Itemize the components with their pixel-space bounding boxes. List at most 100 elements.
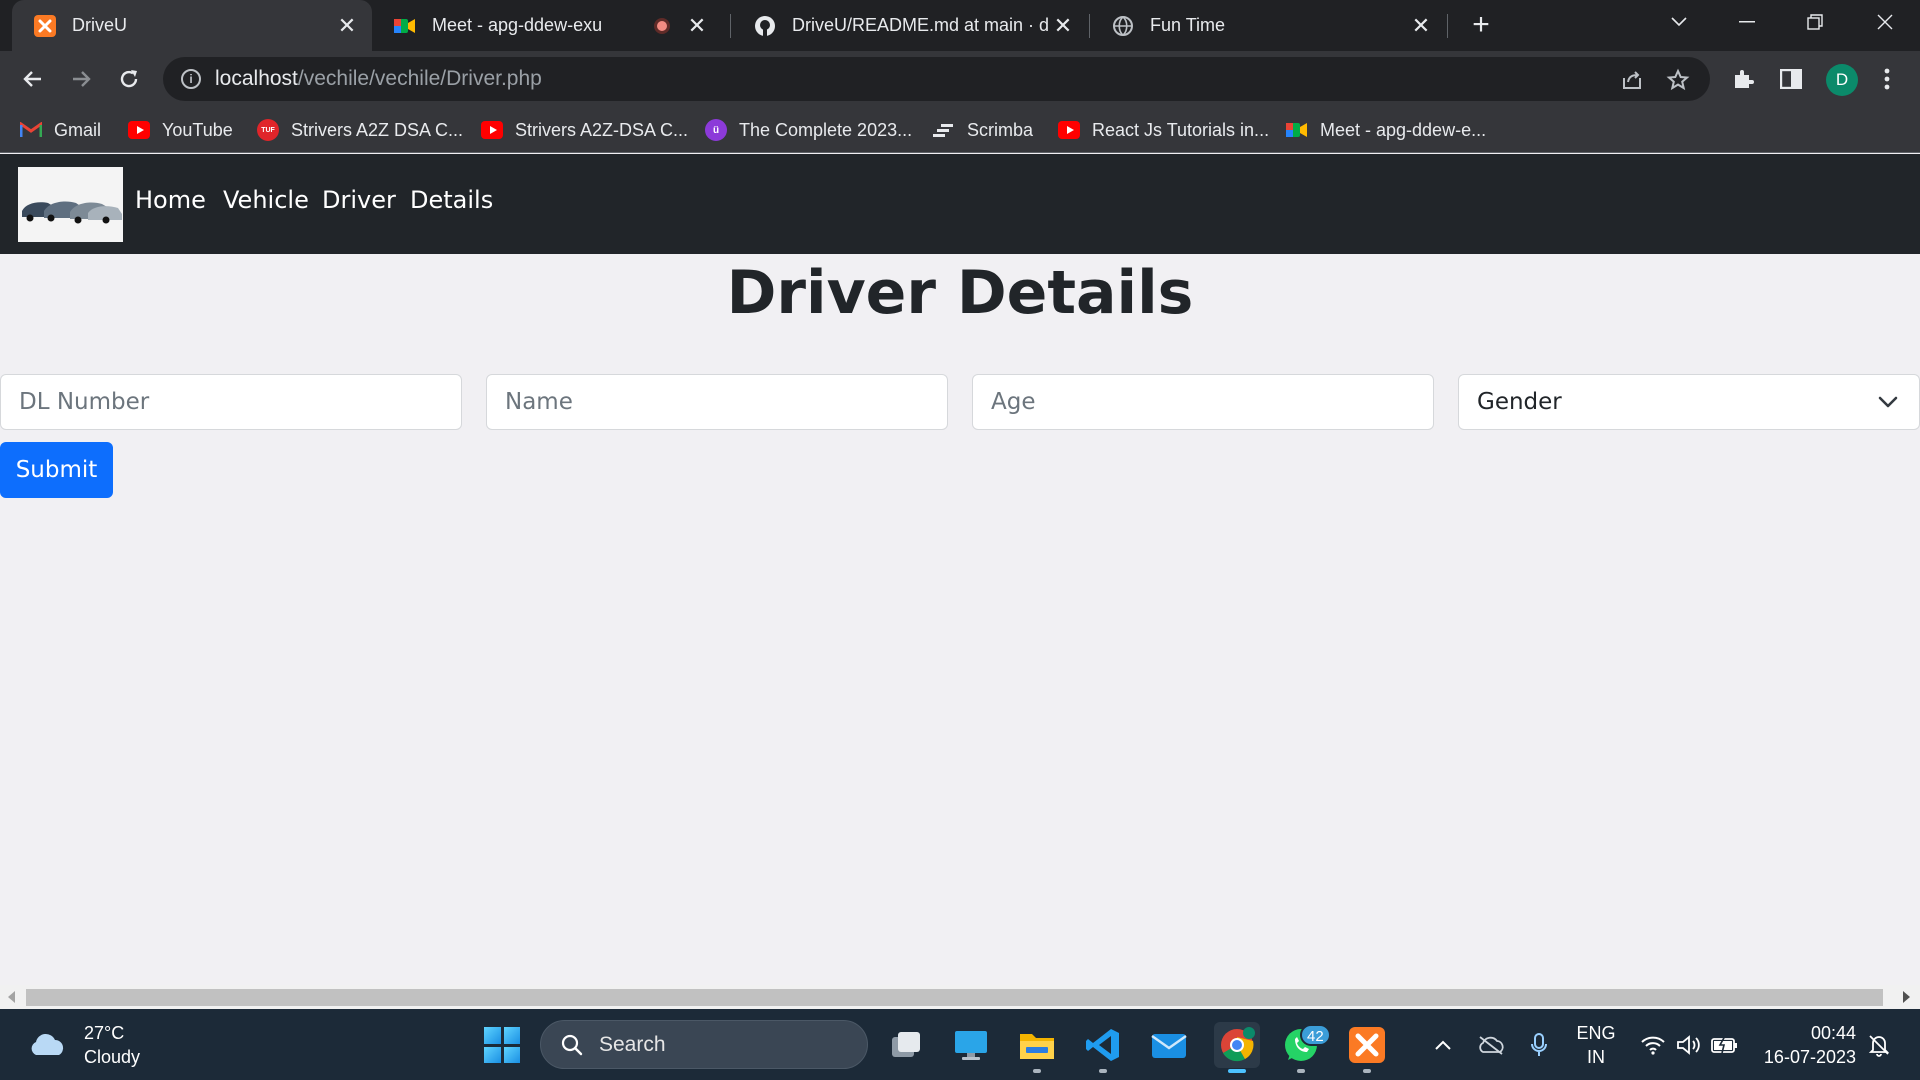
bookmark-label: Meet - apg-ddew-e... (1320, 119, 1487, 140)
scrollbar-thumb[interactable] (26, 989, 1883, 1006)
language-indicator[interactable]: ENG IN (1576, 1021, 1616, 1069)
bookmark-label: Gmail (54, 119, 102, 140)
brand-logo[interactable] (18, 167, 123, 242)
file-explorer-icon[interactable] (1016, 1024, 1058, 1066)
reload-button[interactable] (110, 60, 148, 98)
bookmark-strivers-2[interactable]: Strivers A2Z-DSA C... (481, 117, 688, 143)
tab-separator (1447, 14, 1448, 38)
tab-separator (730, 14, 731, 38)
bookmark-youtube[interactable]: YouTube (128, 117, 233, 143)
region-code: IN (1587, 1047, 1605, 1067)
tab-github[interactable]: DriveU/README.md at main · div ✕ (732, 0, 1088, 51)
bookmark-complete-2023[interactable]: ü The Complete 2023... (705, 117, 912, 143)
bookmark-label: Strivers A2Z-DSA C... (515, 119, 689, 140)
scroll-left-arrow[interactable] (8, 991, 15, 1003)
name-input[interactable] (486, 374, 948, 430)
meet-icon (394, 15, 416, 37)
url-text: localhost/vechile/vechile/Driver.php (215, 67, 542, 90)
bookmark-label: Strivers A2Z DSA C... (291, 119, 464, 140)
back-button[interactable] (14, 60, 52, 98)
search-icon (561, 1034, 583, 1055)
tab-title: Meet - apg-ddew-exu (432, 15, 603, 35)
scroll-right-arrow[interactable] (1903, 991, 1910, 1003)
bookmark-scrimba[interactable]: Scrimba (933, 117, 1033, 143)
bookmarks-bar: Gmail YouTube TUF Strivers A2Z DSA C... … (0, 107, 1920, 153)
tab-fun-time[interactable]: Fun Time ✕ (1090, 0, 1446, 51)
running-indicator (1033, 1069, 1041, 1073)
profile-avatar[interactable]: D (1826, 64, 1858, 96)
clock[interactable]: 00:44 16-07-2023 (1760, 1021, 1856, 1069)
address-bar[interactable]: i localhost/vechile/vechile/Driver.php (163, 57, 1710, 101)
close-icon[interactable]: ✕ (684, 13, 710, 39)
windows-taskbar: 27°C Cloudy Search 42 ENG IN 00:44 16-07… (0, 1009, 1920, 1080)
nav-home[interactable]: Home (135, 186, 206, 214)
bookmark-star-icon[interactable] (1665, 67, 1691, 93)
share-icon[interactable] (1619, 67, 1645, 93)
extensions-icon[interactable] (1729, 65, 1757, 93)
wifi-icon[interactable] (1636, 1009, 1670, 1080)
chevron-down-icon (1878, 396, 1898, 408)
speaker-icon[interactable] (1672, 1009, 1706, 1080)
language-code: ENG (1576, 1023, 1616, 1043)
onedrive-offline-icon[interactable] (1474, 1009, 1508, 1080)
youtube-icon (128, 121, 150, 139)
youtube-icon (1058, 121, 1080, 139)
running-indicator (1297, 1069, 1305, 1073)
close-window-button[interactable] (1856, 0, 1914, 44)
notifications-icon[interactable] (1862, 1009, 1896, 1080)
side-panel-icon[interactable] (1777, 65, 1805, 93)
kebab-menu-icon[interactable] (1873, 65, 1901, 93)
chevron-up-icon[interactable] (1428, 1009, 1458, 1080)
tab-meet[interactable]: Meet - apg-ddew-exu ✕ (372, 0, 722, 51)
chrome-icon[interactable] (1214, 1022, 1260, 1068)
dl-number-input[interactable] (0, 374, 462, 430)
new-tab-button[interactable]: + (1464, 8, 1498, 42)
bookmark-react-tutorials[interactable]: React Js Tutorials in... (1058, 117, 1269, 143)
age-input[interactable] (972, 374, 1434, 430)
battery-charging-icon[interactable] (1708, 1009, 1742, 1080)
scrimba-icon (933, 121, 955, 139)
clock-date: 16-07-2023 (1763, 1047, 1856, 1067)
xampp-icon (34, 14, 56, 37)
windows-start-button[interactable] (484, 1027, 520, 1063)
nav-vehicle[interactable]: Vehicle (223, 186, 309, 214)
bookmark-gmail[interactable]: Gmail (20, 117, 101, 143)
bookmark-label: React Js Tutorials in... (1092, 119, 1270, 140)
tuf-icon: TUF (257, 119, 279, 141)
restore-button[interactable] (1786, 0, 1844, 44)
site-info-icon[interactable]: i (181, 69, 201, 89)
taskbar-search[interactable]: Search (540, 1020, 868, 1069)
youtube-icon (481, 121, 503, 139)
mail-icon[interactable] (1148, 1024, 1190, 1066)
nav-details[interactable]: Details (410, 186, 493, 214)
tab-driveu[interactable]: DriveU ✕ (12, 0, 372, 51)
bookmark-strivers-1[interactable]: TUF Strivers A2Z DSA C... (257, 117, 463, 143)
weather-desc: Cloudy (84, 1047, 141, 1067)
tab-search-button[interactable] (1650, 0, 1708, 44)
gender-select[interactable]: Gender (1458, 374, 1920, 430)
vscode-icon[interactable] (1082, 1024, 1124, 1066)
tab-title: DriveU (72, 15, 128, 35)
horizontal-scrollbar[interactable] (0, 985, 1920, 1009)
minimize-button[interactable] (1718, 0, 1776, 44)
close-icon[interactable]: ✕ (334, 13, 360, 39)
task-view-icon[interactable] (885, 1024, 927, 1066)
bookmark-label: YouTube (162, 119, 233, 140)
weather-widget[interactable]: 27°C Cloudy (28, 1021, 140, 1069)
forward-button[interactable] (62, 60, 100, 98)
gender-select-value: Gender (1477, 389, 1562, 415)
weather-temp: 27°C (84, 1023, 125, 1043)
close-icon[interactable]: ✕ (1050, 13, 1076, 39)
microphone-icon[interactable] (1524, 1009, 1554, 1080)
submit-button[interactable]: Submit (0, 442, 113, 498)
desktop-app-icon[interactable] (950, 1024, 992, 1066)
bookmark-meet[interactable]: Meet - apg-ddew-e... (1286, 117, 1486, 143)
nav-driver[interactable]: Driver (322, 186, 396, 214)
globe-icon (1112, 15, 1134, 37)
browser-toolbar: i localhost/vechile/vechile/Driver.php (0, 51, 1920, 107)
close-icon[interactable]: ✕ (1408, 13, 1434, 39)
running-indicator (1363, 1069, 1371, 1073)
page-title: Driver Details (726, 258, 1194, 328)
running-indicator (1099, 1069, 1107, 1073)
xampp-taskbar-icon[interactable] (1346, 1024, 1388, 1066)
